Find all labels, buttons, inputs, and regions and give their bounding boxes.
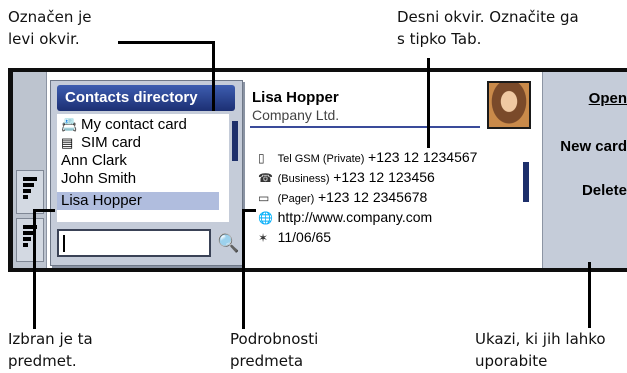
battery-indicator-icon	[16, 218, 44, 262]
callout-line: levi okvir.	[8, 30, 80, 48]
callout-right-frame: Desni okvir. Označite ga s tipko Tab.	[397, 6, 579, 50]
web-address-icon: 🌐	[258, 211, 273, 225]
open-button[interactable]: Open	[589, 90, 627, 107]
contact-photo	[487, 81, 531, 129]
detail-scrollbar[interactable]	[523, 162, 529, 202]
callout-selected-frame: Označen je levi okvir.	[8, 6, 92, 50]
list-item-label: Lisa Hopper	[61, 192, 142, 209]
callout-leader-line	[33, 209, 55, 212]
callout-line: Ukazi, ki jih lahko	[475, 330, 606, 348]
list-item-lisa-hopper[interactable]: Lisa Hopper	[57, 192, 219, 210]
callout-leader-line	[242, 209, 256, 212]
contact-card-icon: 📇	[61, 117, 78, 132]
contact-company: Company Ltd.	[252, 107, 340, 123]
detail-row-web[interactable]: 🌐 http://www.company.com	[258, 208, 432, 228]
signal-indicator-icon	[16, 170, 44, 214]
text-cursor	[63, 235, 65, 252]
callout-line: predmet.	[8, 352, 77, 370]
list-item-sim-card[interactable]: ▤ SIM card	[57, 134, 219, 152]
callout-line: predmeta	[230, 352, 304, 370]
callout-commands: Ukazi, ki jih lahko uporabite	[475, 328, 606, 372]
callout-line: Desni okvir. Označite ga	[397, 8, 579, 26]
callout-line: s tipko Tab.	[397, 30, 482, 48]
callout-line: uporabite	[475, 352, 548, 370]
search-icon[interactable]: 🔍	[217, 231, 239, 255]
sim-card-icon: ▤	[61, 135, 74, 150]
detail-type: (Pager)	[277, 193, 315, 205]
detail-row-birthday[interactable]: ✶ 11/06/65	[258, 228, 331, 248]
detail-type: Tel GSM (Private)	[277, 153, 365, 165]
detail-value: 11/06/65	[277, 229, 332, 245]
search-input[interactable]	[57, 229, 211, 257]
detail-value: +123 12 123456	[333, 169, 435, 185]
status-strip	[13, 72, 47, 268]
detail-value: http://www.company.com	[277, 209, 433, 225]
callout-leader-line	[212, 41, 215, 111]
title-divider	[250, 126, 480, 128]
contact-name: Lisa Hopper	[252, 89, 339, 106]
list-item-my-contact-card[interactable]: 📇 My contact card	[57, 116, 219, 134]
callout-leader-line	[118, 41, 214, 44]
list-item-john-smith[interactable]: John Smith	[57, 170, 219, 188]
callout-leader-line	[588, 262, 591, 328]
list-item-label: SIM card	[81, 134, 142, 151]
birthday-icon: ✶	[258, 231, 269, 245]
list-item-label: John Smith	[61, 170, 137, 187]
detail-row-mobile[interactable]: ▯ Tel GSM (Private) +123 12 1234567	[258, 148, 477, 169]
detail-value: +123 12 2345678	[317, 189, 428, 205]
detail-type: (Business)	[277, 173, 330, 185]
contacts-scrollbar[interactable]	[232, 121, 238, 161]
callout-line: Izbran je ta	[8, 330, 93, 348]
list-item-label: My contact card	[81, 116, 187, 133]
delete-button[interactable]: Delete	[582, 182, 627, 199]
list-item-label: Ann Clark	[61, 152, 127, 169]
command-panel: Open New card Delete	[542, 72, 627, 268]
detail-row-pager[interactable]: ▭ (Pager) +123 12 2345678	[258, 188, 427, 209]
callout-leader-line	[33, 209, 36, 329]
callout-leader-line	[242, 209, 245, 329]
callout-line: Označen je	[8, 8, 92, 26]
detail-row-business[interactable]: ☎ (Business) +123 12 123456	[258, 168, 435, 189]
new-card-button[interactable]: New card	[560, 138, 627, 155]
callout-selected-item: Izbran je ta predmet.	[8, 328, 93, 372]
contacts-directory-title: Contacts directory	[57, 85, 235, 111]
callout-leader-line	[427, 58, 430, 148]
contacts-list[interactable]: 📇 My contact card ▤ SIM card Ann Clark Joh…	[57, 114, 229, 222]
detail-value: +123 12 1234567	[368, 149, 478, 165]
callout-item-details: Podrobnosti predmeta	[230, 328, 318, 372]
mobile-phone-icon: ▯	[258, 151, 265, 165]
pager-icon: ▭	[258, 191, 270, 205]
list-item-ann-clark[interactable]: Ann Clark	[57, 152, 219, 170]
callout-line: Podrobnosti	[230, 330, 319, 348]
business-phone-icon: ☎	[258, 171, 273, 185]
